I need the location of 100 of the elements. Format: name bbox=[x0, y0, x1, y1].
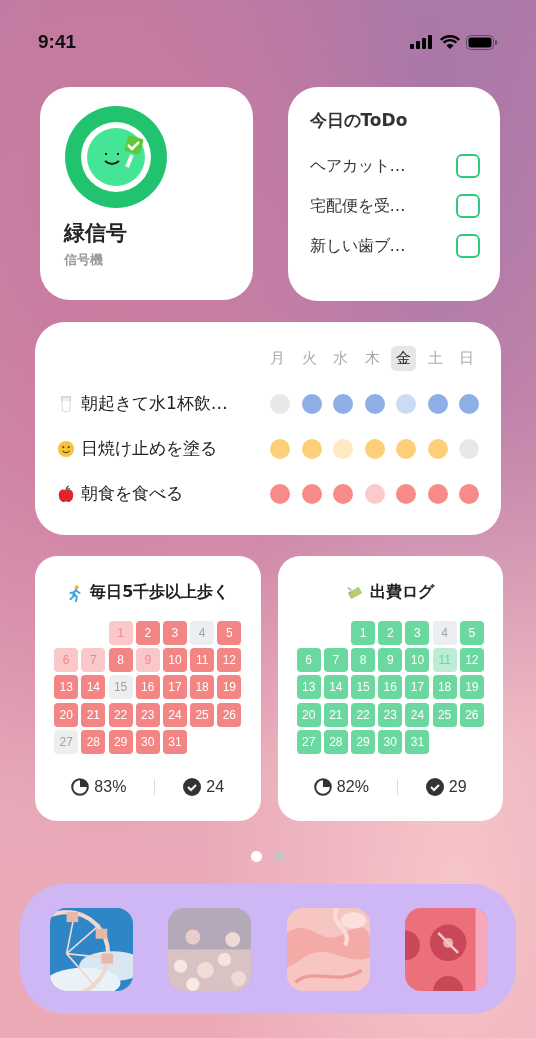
calendar-day[interactable]: 28 bbox=[81, 729, 106, 754]
calendar-day[interactable]: 14 bbox=[81, 675, 106, 700]
calendar-day[interactable]: 8 bbox=[108, 648, 133, 673]
calendar-day[interactable]: 9 bbox=[378, 648, 403, 673]
weekday-label: 水 bbox=[332, 348, 349, 369]
calendar-day[interactable]: 6 bbox=[54, 648, 79, 673]
habit-dot[interactable] bbox=[427, 438, 448, 459]
widget-title: 出費ログ bbox=[370, 582, 435, 603]
count-text: 29 bbox=[448, 777, 467, 796]
habit-dot[interactable] bbox=[270, 438, 290, 459]
habit-dot[interactable] bbox=[427, 393, 448, 414]
calendar-day[interactable]: 24 bbox=[405, 702, 430, 727]
calendar-day[interactable]: 21 bbox=[81, 702, 106, 727]
calendar-day[interactable]: 5 bbox=[459, 621, 484, 645]
habit-dot[interactable] bbox=[364, 393, 385, 414]
page-dot[interactable] bbox=[251, 851, 262, 862]
calendar-day[interactable]: 26 bbox=[217, 702, 242, 727]
calendar-day[interactable]: 3 bbox=[405, 621, 430, 645]
calendar-day[interactable]: 4 bbox=[432, 621, 457, 645]
calendar-day[interactable]: 28 bbox=[323, 729, 348, 754]
calendar-day[interactable]: 22 bbox=[351, 702, 376, 727]
calendar-day[interactable]: 19 bbox=[459, 675, 484, 700]
calendar-day[interactable]: 31 bbox=[405, 729, 430, 754]
calendar-day[interactable]: 17 bbox=[405, 675, 430, 700]
wifi-icon bbox=[440, 35, 460, 49]
calendar-day[interactable]: 19 bbox=[217, 675, 242, 700]
calendar-day[interactable]: 1 bbox=[351, 621, 376, 645]
habit-label: 朝起きて水1杯飲… bbox=[81, 392, 228, 415]
habit-dot[interactable] bbox=[396, 393, 416, 414]
percent-text: 82% bbox=[336, 777, 369, 796]
calendar-day[interactable]: 18 bbox=[432, 675, 457, 700]
calendar-day[interactable]: 2 bbox=[378, 621, 403, 645]
calendar-day[interactable]: 16 bbox=[378, 675, 403, 700]
habit-dot[interactable] bbox=[301, 393, 322, 414]
signal-icon bbox=[410, 35, 434, 49]
calendar-day[interactable]: 24 bbox=[162, 702, 187, 727]
calendar-day[interactable]: 12 bbox=[459, 648, 484, 673]
calendar-day[interactable]: 4 bbox=[190, 621, 215, 645]
calendar-day[interactable]: 11 bbox=[432, 648, 457, 673]
checkbox[interactable] bbox=[456, 194, 480, 218]
calendar-day[interactable]: 29 bbox=[351, 729, 376, 754]
widget-title: 緑信号 bbox=[64, 220, 128, 247]
calendar-day[interactable]: 1 bbox=[108, 621, 133, 645]
calendar-day[interactable]: 29 bbox=[108, 729, 133, 754]
calendar-day[interactable]: 15 bbox=[351, 675, 376, 700]
habit-dot[interactable] bbox=[270, 483, 290, 504]
habit-dot[interactable] bbox=[333, 438, 353, 459]
habit-dot[interactable] bbox=[301, 483, 322, 504]
calendar-day[interactable]: 8 bbox=[351, 648, 376, 673]
habit-dot[interactable] bbox=[459, 483, 479, 504]
calendar-day[interactable]: 5 bbox=[217, 621, 242, 645]
habit-dot[interactable] bbox=[459, 393, 479, 414]
calendar-day[interactable]: 15 bbox=[108, 675, 133, 700]
calendar-day[interactable]: 25 bbox=[190, 702, 215, 727]
calendar-day[interactable]: 2 bbox=[135, 621, 160, 645]
page-dot[interactable] bbox=[274, 851, 285, 862]
smiling-circle-icon bbox=[64, 105, 168, 209]
calendar-day[interactable]: 18 bbox=[190, 675, 215, 700]
calendar-day[interactable]: 3 bbox=[162, 621, 187, 645]
pie-icon bbox=[313, 777, 332, 796]
checkbox[interactable] bbox=[456, 154, 480, 178]
habit-dot[interactable] bbox=[364, 438, 385, 459]
todo-label: 宅配便を受… bbox=[309, 195, 406, 217]
calendar-day[interactable]: 13 bbox=[296, 675, 321, 700]
signal-widget[interactable]: 緑信号 信号機 bbox=[40, 87, 253, 300]
calendar-day[interactable]: 7 bbox=[323, 648, 348, 673]
habit-dot[interactable] bbox=[333, 483, 353, 504]
calendar-day[interactable]: 17 bbox=[162, 675, 187, 700]
habit-dot[interactable] bbox=[396, 438, 416, 459]
calendar-day[interactable]: 12 bbox=[217, 648, 242, 673]
calendar-day[interactable]: 22 bbox=[108, 702, 133, 727]
calendar-day[interactable]: 27 bbox=[296, 729, 321, 754]
habit-dot[interactable] bbox=[427, 483, 448, 504]
calendar-day[interactable]: 20 bbox=[54, 702, 79, 727]
habit-dot[interactable] bbox=[396, 483, 416, 504]
calendar-day[interactable]: 30 bbox=[135, 729, 160, 754]
calendar-day[interactable]: 26 bbox=[459, 702, 484, 727]
calendar-day[interactable]: 11 bbox=[190, 648, 215, 673]
calendar-day[interactable]: 21 bbox=[323, 702, 348, 727]
calendar-day[interactable]: 27 bbox=[54, 729, 79, 754]
habit-dot[interactable] bbox=[364, 483, 385, 504]
calendar-day[interactable]: 23 bbox=[378, 702, 403, 727]
calendar-day[interactable]: 10 bbox=[162, 648, 187, 673]
check-circle-icon bbox=[183, 777, 202, 796]
checkbox[interactable] bbox=[456, 234, 480, 258]
habit-dot[interactable] bbox=[333, 393, 353, 414]
calendar-day[interactable]: 6 bbox=[296, 648, 321, 673]
calendar-day[interactable]: 25 bbox=[432, 702, 457, 727]
calendar-day[interactable]: 14 bbox=[323, 675, 348, 700]
calendar-day[interactable]: 9 bbox=[135, 648, 160, 673]
calendar-day[interactable]: 31 bbox=[162, 729, 187, 754]
habit-dot[interactable] bbox=[301, 438, 322, 459]
calendar-day[interactable]: 13 bbox=[54, 675, 79, 700]
calendar-day[interactable]: 16 bbox=[135, 675, 160, 700]
calendar-day[interactable]: 23 bbox=[135, 702, 160, 727]
calendar-day[interactable]: 10 bbox=[405, 648, 430, 673]
calendar-day[interactable]: 7 bbox=[81, 648, 106, 673]
calendar-day[interactable]: 30 bbox=[378, 729, 403, 754]
calendar-day[interactable]: 20 bbox=[296, 702, 321, 727]
weekday-label: 土 bbox=[426, 348, 444, 369]
